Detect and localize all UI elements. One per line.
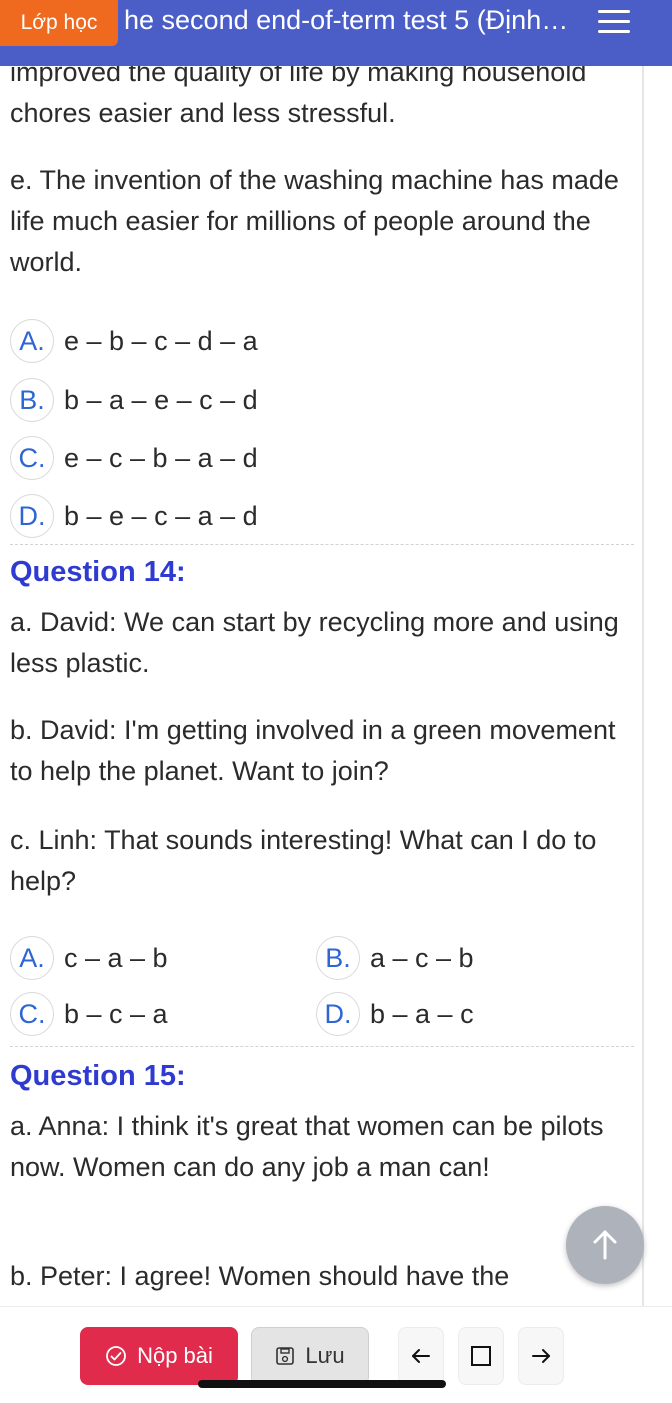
q14-option-a[interactable]: A. c – a – b [10, 936, 168, 980]
option-letter: C. [10, 436, 54, 480]
option-letter: D. [10, 494, 54, 538]
option-text: c – a – b [64, 942, 168, 973]
divider [10, 1046, 634, 1047]
scroll-to-top-button[interactable] [566, 1206, 644, 1284]
home-indicator [198, 1380, 446, 1388]
option-text: e – c – b – a – d [64, 442, 258, 473]
submit-label: Nộp bài [137, 1343, 213, 1368]
question-list-button[interactable] [458, 1327, 504, 1385]
option-text: b – e – c – a – d [64, 500, 258, 531]
option-text: a – c – b [370, 942, 474, 973]
option-letter: A. [10, 936, 54, 980]
q14-option-d[interactable]: D. b – a – c [316, 992, 474, 1036]
app-header: Lớp học he second end-of-term test 5 (Đị… [0, 0, 672, 66]
option-text: b – a – e – c – d [64, 384, 258, 415]
question-content: improved the quality of life by making h… [0, 66, 644, 1306]
arrow-up-icon [593, 1230, 617, 1260]
save-icon [276, 1347, 295, 1365]
option-text: b – a – c [370, 998, 474, 1029]
save-label: Lưu [305, 1343, 345, 1368]
question-15-title: Question 15: [10, 1060, 186, 1092]
scrollbar[interactable] [642, 66, 644, 1306]
paragraph-e: e. The invention of the washing machine … [10, 165, 619, 277]
bottom-action-bar: Nộp bài Lưu [0, 1306, 672, 1403]
q15-line-b: b. Peter: I agree! Women should have the [10, 1261, 510, 1291]
option-letter: B. [316, 936, 360, 980]
check-circle-icon [106, 1346, 126, 1366]
paragraph-continuation: improved the quality of life by making h… [10, 66, 587, 128]
question-14-title: Question 14: [10, 556, 186, 588]
square-icon [471, 1346, 491, 1366]
q13-option-b[interactable]: B. b – a – e – c – d [10, 378, 258, 422]
option-text: e – b – c – d – a [64, 325, 258, 356]
class-badge[interactable]: Lớp học [0, 0, 118, 46]
prev-question-button[interactable] [398, 1327, 444, 1385]
submit-button[interactable]: Nộp bài [80, 1327, 238, 1385]
arrow-left-icon [412, 1349, 430, 1363]
q13-option-d[interactable]: D. b – e – c – a – d [10, 494, 258, 538]
next-question-button[interactable] [518, 1327, 564, 1385]
q13-option-a[interactable]: A. e – b – c – d – a [10, 319, 258, 363]
divider [10, 544, 634, 545]
q14-line-c: c. Linh: That sounds interesting! What c… [10, 825, 597, 896]
option-letter: C. [10, 992, 54, 1036]
q14-line-a: a. David: We can start by recycling more… [10, 607, 619, 678]
q14-option-b[interactable]: B. a – c – b [316, 936, 474, 980]
q13-option-c[interactable]: C. e – c – b – a – d [10, 436, 258, 480]
menu-icon[interactable] [598, 8, 630, 36]
save-button[interactable]: Lưu [251, 1327, 369, 1385]
option-letter: D. [316, 992, 360, 1036]
q14-option-c[interactable]: C. b – c – a [10, 992, 168, 1036]
option-text: b – c – a [64, 998, 168, 1029]
q15-line-a: a. Anna: I think it's great that women c… [10, 1111, 604, 1182]
option-letter: A. [10, 319, 54, 363]
arrow-right-icon [532, 1349, 550, 1363]
q14-line-b: b. David: I'm getting involved in a gree… [10, 715, 616, 786]
page-title: he second end-of-term test 5 (Định… [124, 5, 569, 35]
option-letter: B. [10, 378, 54, 422]
